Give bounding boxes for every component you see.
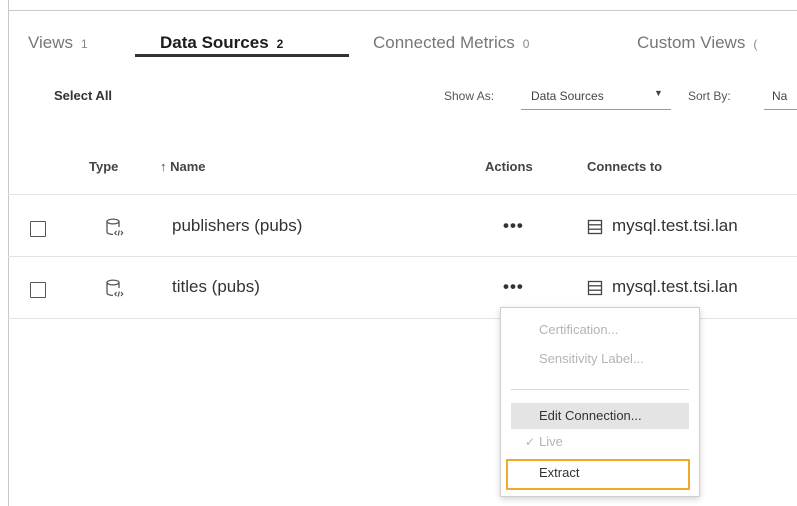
column-header-connects-to: Connects to [587, 159, 663, 174]
active-tab-indicator [135, 54, 349, 57]
row-divider [8, 256, 797, 257]
menu-item-certification[interactable]: Certification... [511, 317, 689, 343]
tab-bar: Views 1 Data Sources 2 Connected Metrics 0 … [8, 11, 797, 67]
menu-item-live-label: Live [539, 434, 563, 449]
actions-more-button[interactable]: ••• [503, 216, 524, 236]
sort-ascending-icon: ↑ [160, 159, 167, 174]
column-header-name-label: Name [170, 159, 206, 174]
header-divider [8, 194, 797, 195]
extract-highlight-box [506, 459, 690, 490]
tab-label: Data Sources [160, 33, 269, 52]
menu-item-sensitivity-label[interactable]: Sensitivity Label... [511, 346, 689, 372]
database-server-icon [587, 219, 603, 235]
actions-more-button[interactable]: ••• [503, 277, 524, 297]
select-all-link[interactable]: Select All [54, 88, 112, 103]
show-as-label: Show As: [444, 89, 495, 103]
menu-separator [511, 389, 689, 390]
page-frame-left [8, 0, 9, 506]
menu-item-live[interactable]: ✓ Live [511, 432, 689, 452]
data-source-name-link[interactable]: titles (pubs) [172, 277, 260, 297]
tab-count: 0 [522, 37, 530, 51]
checkmark-icon: ✓ [525, 435, 536, 449]
tab-views[interactable]: Views 1 [28, 33, 88, 53]
tab-label: Views [28, 33, 74, 52]
data-source-icon [106, 218, 124, 236]
tab-count: 2 [276, 37, 284, 51]
chevron-down-icon: ▼ [654, 88, 663, 98]
tab-label: Custom Views [637, 33, 746, 52]
sort-by-dropdown[interactable]: Na [764, 82, 797, 110]
tab-data-sources[interactable]: Data Sources 2 [160, 33, 283, 53]
tab-count: 1 [81, 37, 88, 51]
tab-label: Connected Metrics [373, 33, 515, 52]
tab-custom-views[interactable]: Custom Views ( [637, 33, 757, 53]
tab-count: ( [753, 37, 758, 51]
sort-by-value: Na [772, 89, 788, 103]
column-header-name[interactable]: ↑ Name [160, 159, 206, 174]
connects-to-value: mysql.test.tsi.lan [612, 277, 738, 296]
sort-by-label: Sort By: [688, 89, 731, 103]
row-checkbox[interactable] [30, 221, 46, 237]
column-header-type: Type [89, 159, 119, 174]
data-source-icon [106, 279, 124, 297]
connects-to-value: mysql.test.tsi.lan [612, 216, 738, 235]
database-server-icon [587, 280, 603, 296]
row-checkbox[interactable] [30, 282, 46, 298]
column-header-actions: Actions [485, 159, 533, 174]
tab-connected-metrics[interactable]: Connected Metrics 0 [373, 33, 529, 53]
menu-item-edit-connection[interactable]: Edit Connection... [511, 403, 689, 429]
data-source-name-link[interactable]: publishers (pubs) [172, 216, 302, 236]
show-as-dropdown[interactable]: Data Sources ▼ [521, 82, 671, 110]
show-as-value: Data Sources [531, 89, 604, 103]
